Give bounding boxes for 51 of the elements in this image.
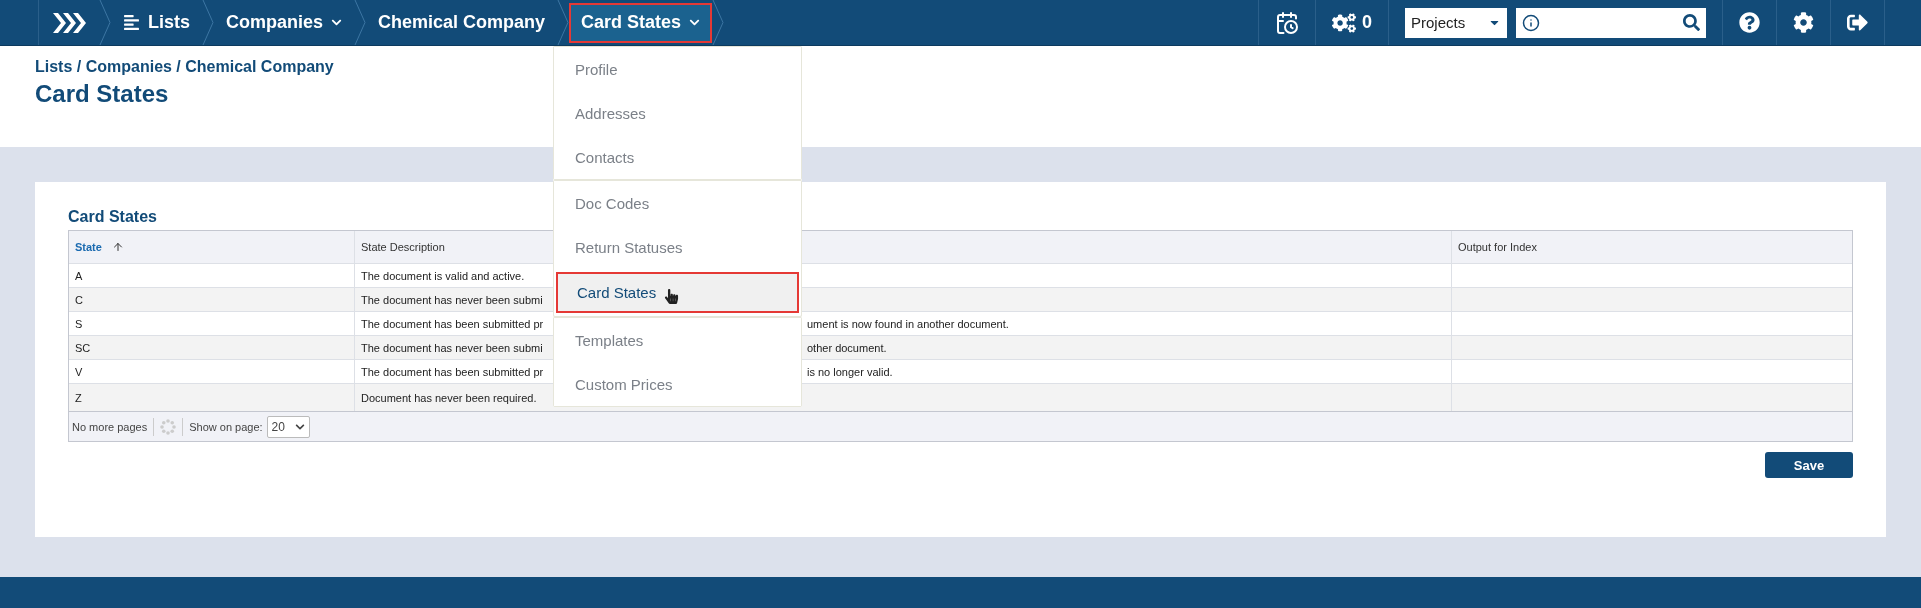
menu-item[interactable]: Card States (556, 272, 799, 313)
table-cell: other document. (807, 341, 887, 354)
sort-up-icon (111, 241, 124, 253)
table-cell: V (75, 365, 83, 378)
table-cell: SC (75, 341, 91, 354)
logout-icon[interactable] (1847, 12, 1868, 33)
table-cell-text: The document has been submitted pr (361, 317, 545, 330)
chevron-down-icon (294, 421, 305, 432)
spinner-icon (160, 418, 177, 435)
gears-icon[interactable] (1332, 10, 1356, 35)
table-cell-text: The document has never been submi (361, 341, 544, 354)
table-cell: S (75, 317, 83, 330)
page-size-select[interactable]: 20 (266, 415, 310, 438)
separator-icon (99, 0, 111, 45)
table-cell: is no longer valid. (807, 365, 893, 378)
project-select[interactable]: Projects (1405, 7, 1507, 38)
separator-icon (557, 0, 570, 45)
table-cell: Z (75, 391, 82, 404)
table-cell: C (75, 293, 83, 306)
task-count: 0 (1362, 12, 1372, 33)
page-title: Card States (35, 80, 170, 108)
logo-icon[interactable] (51, 11, 87, 34)
separator-icon (354, 0, 367, 45)
breadcrumb[interactable]: Lists / Companies / Chemical Company (35, 58, 334, 76)
table-cell: A (75, 269, 83, 282)
help-icon[interactable] (1739, 12, 1760, 33)
table-cell: Document has never been required. (361, 391, 537, 404)
table-title: Card States (68, 208, 158, 226)
table-cell: The document is valid and active. (361, 269, 525, 282)
chevron-down-icon (331, 17, 343, 28)
page-size-label: Show on page: (189, 420, 263, 433)
list-icon (123, 14, 140, 31)
settings-icon[interactable] (1793, 12, 1814, 33)
search-field[interactable] (1516, 7, 1706, 38)
info-icon (1522, 13, 1540, 32)
save-button[interactable]: Save (1765, 452, 1853, 478)
calendar-clock-icon[interactable] (1275, 10, 1299, 35)
hand-cursor-icon (664, 289, 680, 304)
nav-breadcrumb[interactable]: Lists (111, 2, 202, 43)
paging-status: No more pages (72, 420, 148, 433)
separator-icon (202, 0, 214, 45)
chevron-down-icon (689, 17, 701, 28)
table-cell: ument is now found in another document. (807, 317, 1009, 330)
column-header[interactable]: State (69, 231, 354, 263)
table-cell-text: The document has been submitted pr (361, 365, 545, 378)
nav-breadcrumb[interactable]: Card States (569, 2, 713, 43)
nav-breadcrumb[interactable]: Chemical Company (366, 2, 558, 43)
search-icon[interactable] (1683, 14, 1700, 31)
nav-breadcrumb[interactable]: Companies (214, 2, 355, 43)
separator-icon (712, 0, 725, 45)
table-cell: The document has never been submi (361, 293, 543, 306)
